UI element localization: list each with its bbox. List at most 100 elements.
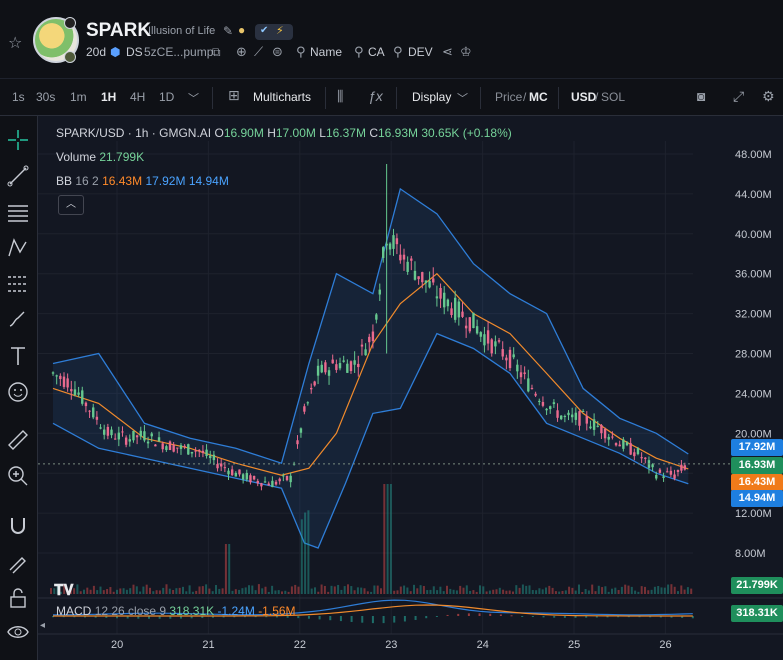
volume-bar [122,588,125,594]
candle-body [683,465,687,470]
eye-icon[interactable] [6,620,30,644]
timeframe-30s[interactable]: 30s [36,90,55,104]
candle-body [428,280,431,288]
price-toggle[interactable]: Price [495,90,522,104]
contract-address[interactable]: 5zCE...pump [144,45,213,59]
website-icon[interactable]: ⊕ [236,44,247,60]
candle-body [457,301,461,318]
candle-body [589,426,592,429]
community-icon[interactable]: ● [238,23,245,37]
emoji-icon[interactable] [6,380,30,404]
macd-histogram-bar [435,616,438,617]
candle-body [179,445,183,449]
usd-toggle[interactable]: USD [571,90,596,104]
search-dev-link[interactable]: DEV [408,45,433,59]
share-icon[interactable]: ⋖ [442,44,453,60]
candle-body [338,363,342,369]
volume-bar [201,586,204,594]
volume-value: 21.799K [99,150,145,164]
timeframe-1s[interactable]: 1s [12,90,25,104]
star-icon[interactable]: ☆ [8,33,22,53]
copy-icon[interactable]: ⧉ [212,45,221,60]
crown-icon[interactable]: ♔ [460,44,472,60]
macd-histogram-bar [510,615,513,617]
display-chevron-icon[interactable]: ﹀ [457,90,468,106]
horizontal-lines-icon[interactable] [6,200,30,224]
search-ca-link[interactable]: CA [368,45,385,59]
collapse-legend-button[interactable]: ︿ [58,195,84,215]
candle-body [468,317,472,332]
candle-body [392,235,395,249]
volume-bar [99,586,102,594]
zoom-in-icon[interactable] [6,464,30,488]
volume-bar [409,591,412,594]
candle-body [95,416,99,420]
timeframe-1h[interactable]: 1H [101,90,116,104]
volume-bar [442,591,445,594]
pattern-icon[interactable] [6,236,30,260]
search-name-icon[interactable]: ⚲ [296,44,306,60]
y-tick-label: 24.00M [735,388,772,400]
trendline-icon[interactable] [6,164,30,188]
search-dev-icon[interactable]: ⚲ [393,44,403,60]
macd-tag: 318.31K [731,605,783,622]
macd-histogram-bar [574,616,577,618]
volume-bar [677,591,679,594]
volume-bar [446,585,448,594]
volume-bar [617,590,620,594]
text-tool-icon[interactable] [6,344,30,368]
chart-canvas[interactable]: 48.00M 44.00M 40.00M 36.00M 32.00M 28.00M 24.0… [38,116,783,660]
multicharts-button[interactable]: Multicharts [253,90,311,104]
volume-bar [271,585,274,594]
magnet-icon[interactable] [6,514,30,538]
timeframe-1m[interactable]: 1m [70,90,87,104]
link-icon[interactable]: ⟋ [254,44,263,60]
macd-histogram-bar [350,616,353,622]
volume-bar [264,586,267,594]
volume-bar [244,587,247,594]
volume-bar [370,591,373,594]
bolt-icon[interactable]: ⚡ [276,24,284,37]
add-chart-icon[interactable]: ⊞ [228,87,240,104]
telegram-icon[interactable]: ⊜ [272,44,283,60]
candle-body [238,469,241,475]
volume-bar [224,544,227,594]
brush-icon[interactable] [6,308,30,332]
bb-legend: BB 16 2 16.43M 17.92M 14.94M [56,174,229,188]
volume-bar [89,589,92,594]
candle-type-icon[interactable]: ⫼ [337,88,343,105]
twitter-icon[interactable]: ✔ [260,25,268,36]
edit-icon[interactable]: ✎ [223,24,233,38]
indicators-icon[interactable]: ƒx [368,88,383,104]
search-ca-icon[interactable]: ⚲ [354,44,364,60]
display-button[interactable]: Display [412,90,451,104]
search-name-link[interactable]: Name [310,45,342,59]
chevron-down-icon[interactable]: ﹀ [188,90,199,106]
fullscreen-icon[interactable]: ⤢ [733,88,744,105]
volume-bar [657,586,660,594]
volume-bar [152,591,155,594]
mc-toggle[interactable]: MC [529,90,548,104]
candle-body [410,258,413,261]
candle-body [278,478,281,482]
volume-bar [231,590,234,594]
crosshair-icon[interactable] [6,128,30,152]
volume-bar [386,484,389,594]
timeframe-1d[interactable]: 1D [159,90,174,104]
settings-icon[interactable]: ⚙ [762,88,775,105]
candle-body [549,406,552,410]
volume-bar [132,584,135,594]
scroll-left-icon[interactable]: ◂ [40,620,45,631]
fib-icon[interactable] [6,272,30,296]
lock-icon[interactable] [6,586,30,610]
volume-bar [683,589,686,594]
bb-upper-value: 17.92M [145,174,186,188]
sol-toggle[interactable]: SOL [601,90,625,104]
bb-lower-value: 14.94M [188,174,229,188]
price-chart[interactable]: 48.00M 44.00M 40.00M 36.00M 32.00M 28.00M 24.0… [38,116,783,660]
candle-body [375,314,378,320]
pencil-lock-icon[interactable] [6,550,30,574]
ruler-icon[interactable] [6,428,30,452]
camera-icon[interactable]: ◙ [697,88,705,104]
timeframe-4h[interactable]: 4H [130,90,145,104]
